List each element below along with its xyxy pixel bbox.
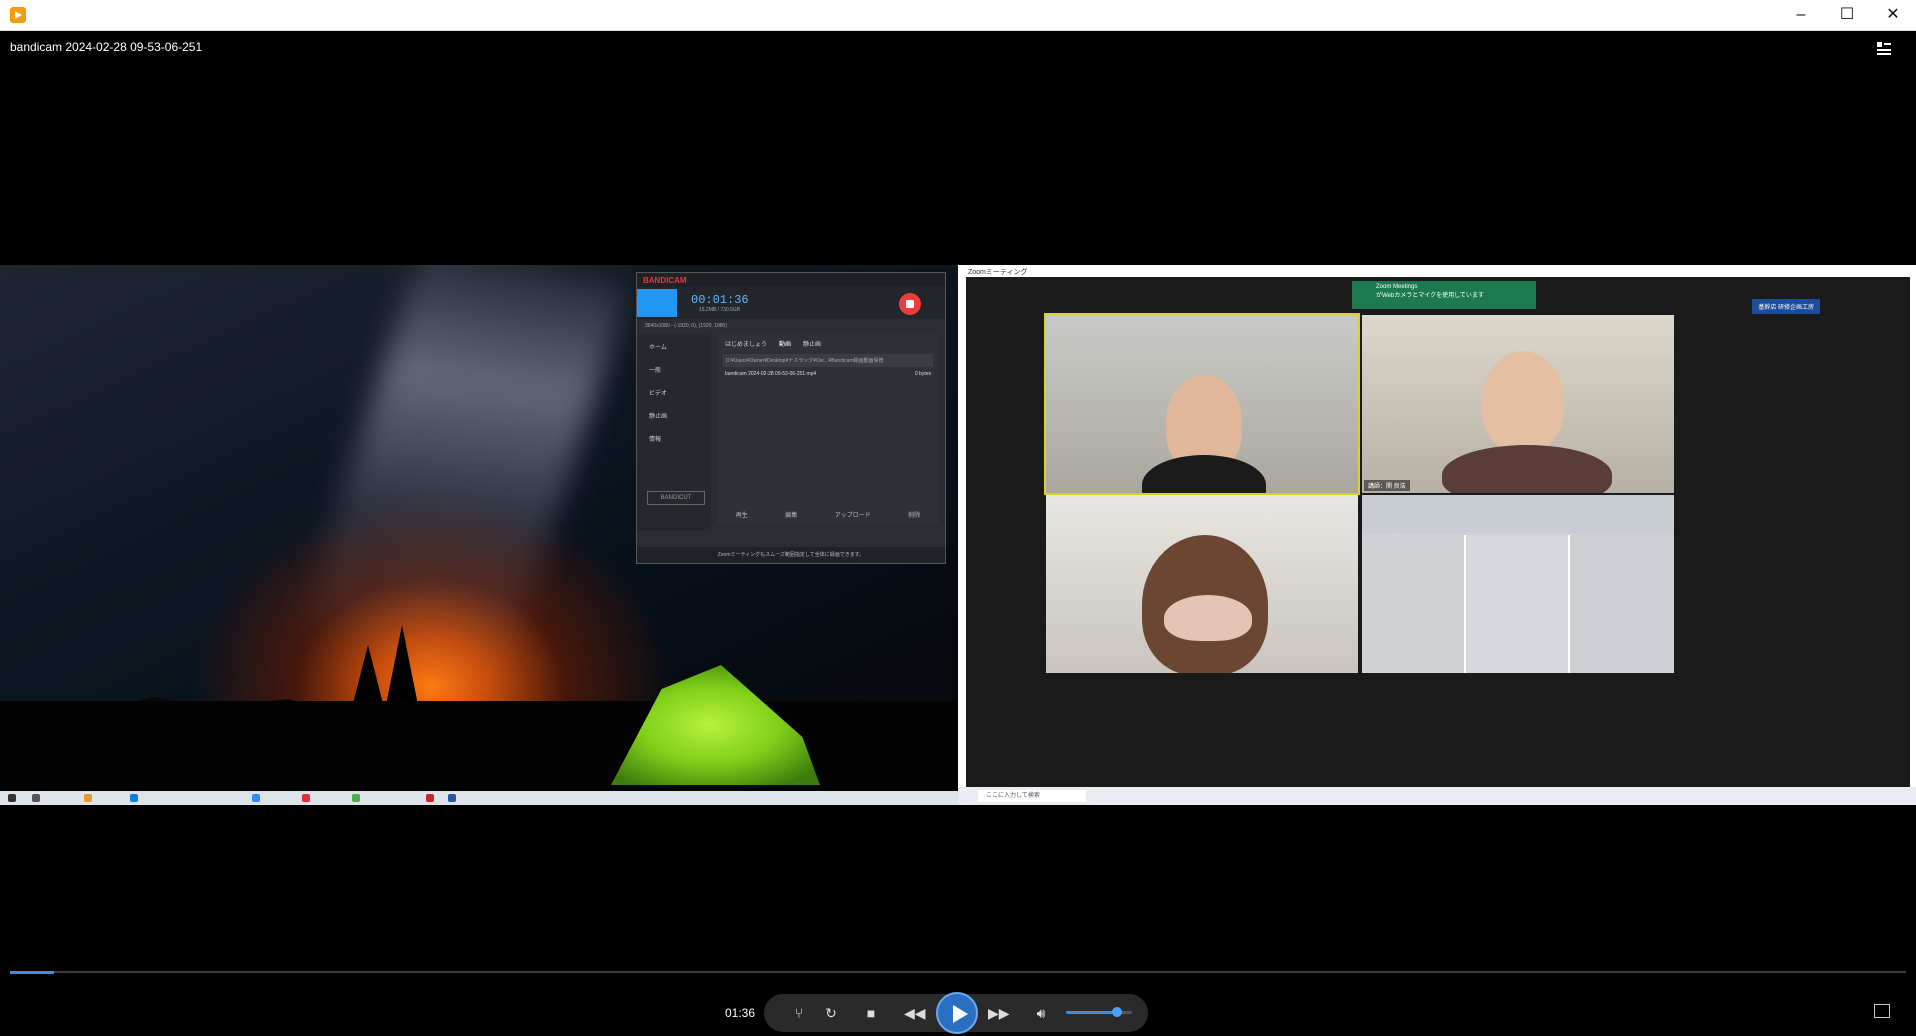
person [1482,351,1564,451]
seek-progress[interactable] [10,971,54,974]
left-monitor-screen: BANDICAM 00:01:36 15.2MB / 730.5GB 3840x… [0,265,958,805]
room-camera-1 [1362,535,1466,673]
video-tile-room[interactable] [1362,495,1674,673]
close-button[interactable]: ✕ [1870,0,1916,30]
bandicam-titlebar: BANDICAM [637,273,945,287]
left-taskbar [0,791,958,805]
sidebar-item-image[interactable]: 静止画 [637,404,711,427]
bandicam-status: Zoomミーティングもスムーズ範囲指定して全体に録画できます。 [637,547,945,563]
capture-area-label: 3840x1080 - (-1920, 0), (1920, 1080) [645,323,727,329]
person-body [1442,445,1612,493]
upload-action[interactable]: アップロード [835,510,871,519]
app-icon [10,7,26,23]
playlist-icon[interactable] [1876,40,1892,56]
volume-icon[interactable]: 🔊︎ [1032,1004,1050,1022]
volume-level[interactable] [1066,1011,1118,1014]
taskbar-search[interactable]: ここに入力して検索 [978,790,1086,802]
edit-action[interactable]: 編集 [785,510,797,519]
repeat-icon[interactable]: ↻ [822,1004,840,1022]
maximize-button[interactable]: ☐ [1824,0,1870,30]
current-time: 01:36 [725,1006,756,1020]
bandicam-logo: BANDICAM [643,276,687,285]
bandicam-tabs: はじめましょう 動画 静止画 [717,335,939,352]
word-icon [448,794,456,802]
bandicam-sidebar: ホーム 一般 ビデオ 静止画 情報 BANDICUT [637,335,711,531]
minimize-button[interactable]: – [1778,0,1824,30]
screen-mode-button[interactable] [637,289,677,317]
milky-way [300,265,630,688]
tab-image[interactable]: 静止画 [803,339,821,348]
recording-size: 15.2MB / 730.5GB [699,307,741,313]
start-icon [8,794,16,802]
right-taskbar: ここに入力して検索 [958,787,1916,805]
face-mask [1164,595,1252,641]
record-icon [302,794,310,802]
video-tile-speaker-2[interactable]: 講師：関 良浩 [1362,315,1674,493]
delete-action[interactable]: 削除 [908,510,920,519]
zoom-window-title: Zoomミーティング [968,269,1028,276]
zoom-meeting-area[interactable]: Zoom Meetings がWebカメラとマイクを使用しています 基幹店 研修… [966,277,1910,787]
fast-forward-icon[interactable]: ▶▶ [988,1004,1010,1022]
zoom-icon [252,794,260,802]
sidebar-item-info[interactable]: 情報 [637,427,711,450]
bandicam-toolbar: 00:01:36 15.2MB / 730.5GB [637,287,945,319]
edge-icon [130,794,138,802]
room-camera-3 [1570,535,1674,673]
org-tag: 基幹店 研修企画工房 [1752,299,1820,314]
stop-record-button[interactable] [899,293,921,315]
zoom-notification[interactable]: Zoom Meetings がWebカメラとマイクを使用しています [1352,281,1536,309]
video-title: bandicam 2024-02-28 09-53-06-251 [10,40,203,54]
video-tile-speaker-1[interactable] [1044,313,1360,495]
person-body [1142,455,1266,493]
play-button[interactable] [936,992,978,1034]
video-frame[interactable]: BANDICAM 00:01:36 15.2MB / 730.5GB 3840x… [0,265,1916,805]
sidebar-item-general[interactable]: 一般 [637,358,711,381]
fullscreen-icon[interactable] [1874,1004,1890,1018]
pdf-icon [426,794,434,802]
seek-track[interactable] [10,971,1906,973]
search-icon [32,794,40,802]
recording-time: 00:01:36 [691,293,749,307]
play-action[interactable]: 再生 [736,510,748,519]
tab-getting-started[interactable]: はじめましょう [725,339,767,348]
stop-icon[interactable]: ■ [862,1004,880,1022]
sidebar-item-video[interactable]: ビデオ [637,381,711,404]
bandicam-main: はじめましょう 動画 静止画 D:¥Users¥Owner¥Desktop¥ナス… [717,335,939,525]
notification-body: がWebカメラとマイクを使用しています [1376,293,1484,299]
room-camera-2 [1466,535,1570,673]
speaker-name-label: 講師：関 良浩 [1364,480,1410,491]
player-controls: 01:36 ⑂ ↻ ■ ◀◀ ▶▶ 🔊︎ [0,960,1916,1036]
chrome-icon [352,794,360,802]
rewind-icon[interactable]: ◀◀ [904,1004,926,1022]
file-actions: 再生 編集 アップロード 削除 [717,510,939,519]
right-monitor-screen: Zoomミーティング Zoom Meetings がWebカメラとマイクを使用し… [958,265,1916,805]
file-size: 0 bytes [914,371,931,377]
bandicut-button[interactable]: BANDICUT [647,491,705,505]
bandicam-window[interactable]: BANDICAM 00:01:36 15.2MB / 730.5GB 3840x… [636,272,946,564]
explorer-icon [84,794,92,802]
sidebar-item-home[interactable]: ホーム [637,335,711,358]
room-wide-shot [1362,495,1674,533]
output-path: D:¥Users¥Owner¥Desktop¥ナスラック¥Ow…¥Bandica… [723,354,933,367]
ab-repeat-icon[interactable]: ⑂ [790,1004,808,1022]
video-tile-participant[interactable] [1046,495,1358,673]
tab-video[interactable]: 動画 [779,339,791,348]
file-row[interactable]: bandicam 2024-02-28 09-53-06-251.mp4 0 b… [725,371,931,377]
window-titlebar: – ☐ ✕ [0,0,1916,31]
file-name: bandicam 2024-02-28 09-53-06-251.mp4 [725,371,817,377]
